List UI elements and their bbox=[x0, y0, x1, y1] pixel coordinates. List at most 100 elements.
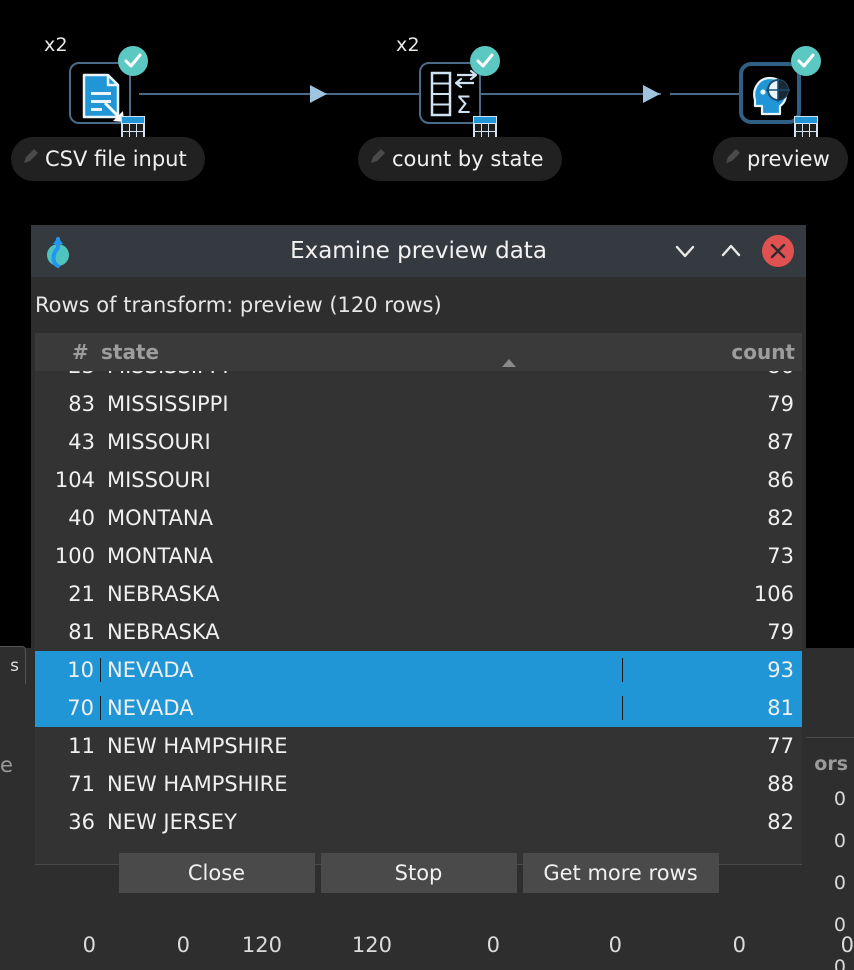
column-header-state[interactable]: state bbox=[101, 340, 159, 364]
table-row[interactable]: 11 NEW HAMPSHIRE 77 bbox=[35, 727, 802, 765]
cell-count: 73 bbox=[622, 544, 802, 568]
examine-preview-data-dialog: Examine preview data Rows of transform: … bbox=[31, 225, 806, 915]
arrow-head-icon bbox=[310, 85, 327, 103]
cell-index: 43 bbox=[35, 430, 101, 454]
connection-csv-to-count-b bbox=[339, 93, 419, 95]
results-side-label: e bbox=[0, 753, 13, 777]
cell-index: 104 bbox=[35, 468, 101, 492]
cell-count: 82 bbox=[622, 810, 802, 834]
column-header-count[interactable]: count bbox=[731, 340, 795, 364]
cell-state: NEW HAMPSHIRE bbox=[101, 772, 622, 796]
sort-ascending-icon[interactable] bbox=[501, 349, 517, 373]
table-row[interactable]: 40 MONTANA 82 bbox=[35, 499, 802, 537]
chevron-down-icon[interactable] bbox=[670, 236, 700, 266]
table-row[interactable]: 43 MISSOURI 87 bbox=[35, 423, 802, 461]
cell-state: NEW HAMPSHIRE bbox=[101, 734, 622, 758]
grid-rows[interactable]: 23 MISSISSIPPI 86 83 MISSISSIPPI 79 43 M… bbox=[35, 371, 802, 865]
dialog-button-bar[interactable]: Close Stop Get more rows bbox=[31, 853, 806, 893]
table-row[interactable]: 81 NEBRASKA 79 bbox=[35, 613, 802, 651]
node-label-csv-file-input[interactable]: CSV file input bbox=[11, 137, 205, 181]
cell-count: 87 bbox=[622, 430, 802, 454]
cell-state: MISSISSIPPI bbox=[101, 392, 622, 416]
cell-state: MISSOURI bbox=[101, 468, 622, 492]
edit-pencil-icon-2 bbox=[370, 145, 386, 161]
cell-count: 79 bbox=[622, 392, 802, 416]
cell-state: MONTANA bbox=[101, 506, 622, 530]
errors-column-header: ors bbox=[814, 753, 848, 775]
column-header-index[interactable]: # bbox=[72, 340, 89, 364]
status-success-icon-count bbox=[470, 46, 500, 76]
cell-count: 79 bbox=[622, 620, 802, 644]
chevron-up-icon[interactable] bbox=[716, 236, 746, 266]
status-success-icon-csv bbox=[118, 46, 148, 76]
cell-count: 86 bbox=[622, 468, 802, 492]
close-button[interactable]: Close bbox=[119, 853, 315, 893]
table-row[interactable]: 104 MISSOURI 86 bbox=[35, 461, 802, 499]
svg-text:Σ: Σ bbox=[456, 91, 471, 119]
edit-pencil-icon bbox=[23, 145, 39, 161]
grid-header-row[interactable]: # state count bbox=[35, 333, 802, 371]
cell-count: 88 bbox=[622, 772, 802, 796]
group-by-icon: Σ bbox=[430, 69, 484, 119]
cell-count: 82 bbox=[622, 506, 802, 530]
cell-index: 100 bbox=[35, 544, 101, 568]
cell-count: 86 bbox=[622, 371, 802, 378]
dialog-subtitle: Rows of transform: preview (120 rows) bbox=[31, 277, 806, 329]
stop-button[interactable]: Stop bbox=[321, 853, 517, 893]
table-row[interactable]: 71 NEW HAMPSHIRE 88 bbox=[35, 765, 802, 803]
table-row[interactable]: 83 MISSISSIPPI 79 bbox=[35, 385, 802, 423]
cell-count: 81 bbox=[622, 696, 802, 720]
node-multiplier-csv: x2 bbox=[44, 34, 68, 56]
panel-gap-right bbox=[806, 620, 854, 648]
cell-state: NEVADA bbox=[101, 658, 622, 682]
node-label-text-count: count by state bbox=[392, 147, 544, 171]
dialog-titlebar[interactable]: Examine preview data bbox=[31, 225, 806, 277]
node-multiplier-count: x2 bbox=[396, 34, 420, 56]
cell-index: 23 bbox=[35, 371, 101, 378]
table-row[interactable]: 36 NEW JERSEY 82 bbox=[35, 803, 802, 841]
results-tab-label: s bbox=[10, 656, 19, 676]
cell-index: 10 bbox=[35, 658, 101, 682]
cell-state: NEBRASKA bbox=[101, 582, 622, 606]
node-label-text-preview: preview bbox=[747, 147, 830, 171]
connection-csv-to-count bbox=[139, 93, 339, 95]
edit-pencil-icon-3 bbox=[725, 145, 741, 161]
cell-state: MISSISSIPPI bbox=[101, 371, 622, 378]
table-row[interactable]: 21 NEBRASKA 106 bbox=[35, 575, 802, 613]
arrow-head-icon-2 bbox=[643, 85, 660, 103]
connection-count-to-preview bbox=[481, 93, 661, 95]
table-row-selected[interactable]: 70 NEVADA 81 bbox=[35, 689, 802, 727]
cell-index: 83 bbox=[35, 392, 101, 416]
results-tab[interactable]: s bbox=[0, 646, 26, 684]
get-more-rows-button[interactable]: Get more rows bbox=[523, 853, 719, 893]
table-row-selected[interactable]: 10 NEVADA 93 bbox=[35, 651, 802, 689]
preview-head-icon bbox=[750, 70, 796, 118]
close-icon[interactable] bbox=[762, 235, 794, 267]
cell-state: NEVADA bbox=[101, 696, 622, 720]
dialog-window-buttons[interactable] bbox=[670, 225, 794, 277]
node-label-preview[interactable]: preview bbox=[713, 137, 848, 181]
cell-index: 71 bbox=[35, 772, 101, 796]
table-row[interactable]: 23 MISSISSIPPI 86 bbox=[35, 371, 802, 385]
errors-value: 0 bbox=[834, 830, 846, 852]
cell-state: MONTANA bbox=[101, 544, 622, 568]
results-divider bbox=[806, 737, 854, 738]
panel-gap-left bbox=[0, 620, 31, 648]
cell-count: 93 bbox=[622, 658, 802, 682]
cell-index: 81 bbox=[35, 620, 101, 644]
node-label-text-csv: CSV file input bbox=[45, 147, 187, 171]
cell-state: NEBRASKA bbox=[101, 620, 622, 644]
cell-index: 36 bbox=[35, 810, 101, 834]
table-row[interactable]: 100 MONTANA 73 bbox=[35, 537, 802, 575]
app-root: x2 bbox=[0, 0, 854, 970]
bottom-metric: 0 bbox=[820, 933, 854, 957]
connection-count-to-preview-b bbox=[670, 93, 740, 95]
node-label-count-by-state[interactable]: count by state bbox=[358, 137, 562, 181]
cell-index: 21 bbox=[35, 582, 101, 606]
errors-value: 0 bbox=[834, 788, 846, 810]
cell-index: 40 bbox=[35, 506, 101, 530]
cell-index: 70 bbox=[35, 696, 101, 720]
kettle-droplet-icon bbox=[41, 233, 77, 269]
cell-index: 11 bbox=[35, 734, 101, 758]
cell-count: 77 bbox=[622, 734, 802, 758]
